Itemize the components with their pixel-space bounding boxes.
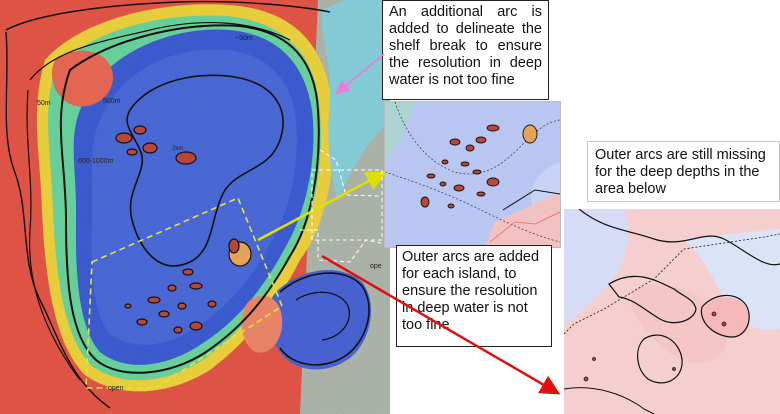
zoom-inset-shelf bbox=[384, 101, 561, 248]
callout-island-arcs: Outer arcs are added for each island, to… bbox=[396, 245, 552, 347]
label-50m-top: ~50m bbox=[235, 35, 253, 42]
zoom-inset-outer-arcs bbox=[564, 209, 780, 414]
inset-bottom-svg bbox=[564, 209, 780, 414]
label-2km: 2km bbox=[172, 146, 183, 152]
label-600-1000m: 600-1000m bbox=[78, 158, 114, 165]
label-50m-left: 50m bbox=[37, 100, 51, 107]
label-500m: 500m bbox=[103, 98, 121, 105]
main-bathymetry-map: ~50m 50m 500m 600-1000m 2km open ope bbox=[0, 0, 390, 414]
label-open-bottom: open bbox=[108, 385, 124, 392]
callout-shelf-break: An additional arc is added to delineate … bbox=[382, 0, 549, 100]
callout-outer-arcs-missing: Outer arcs are still missing for the dee… bbox=[587, 141, 780, 202]
inset-top-svg bbox=[385, 102, 560, 247]
main-map-svg: ~50m 50m 500m 600-1000m 2km open ope bbox=[0, 0, 390, 414]
label-open-right: ope bbox=[370, 263, 382, 270]
